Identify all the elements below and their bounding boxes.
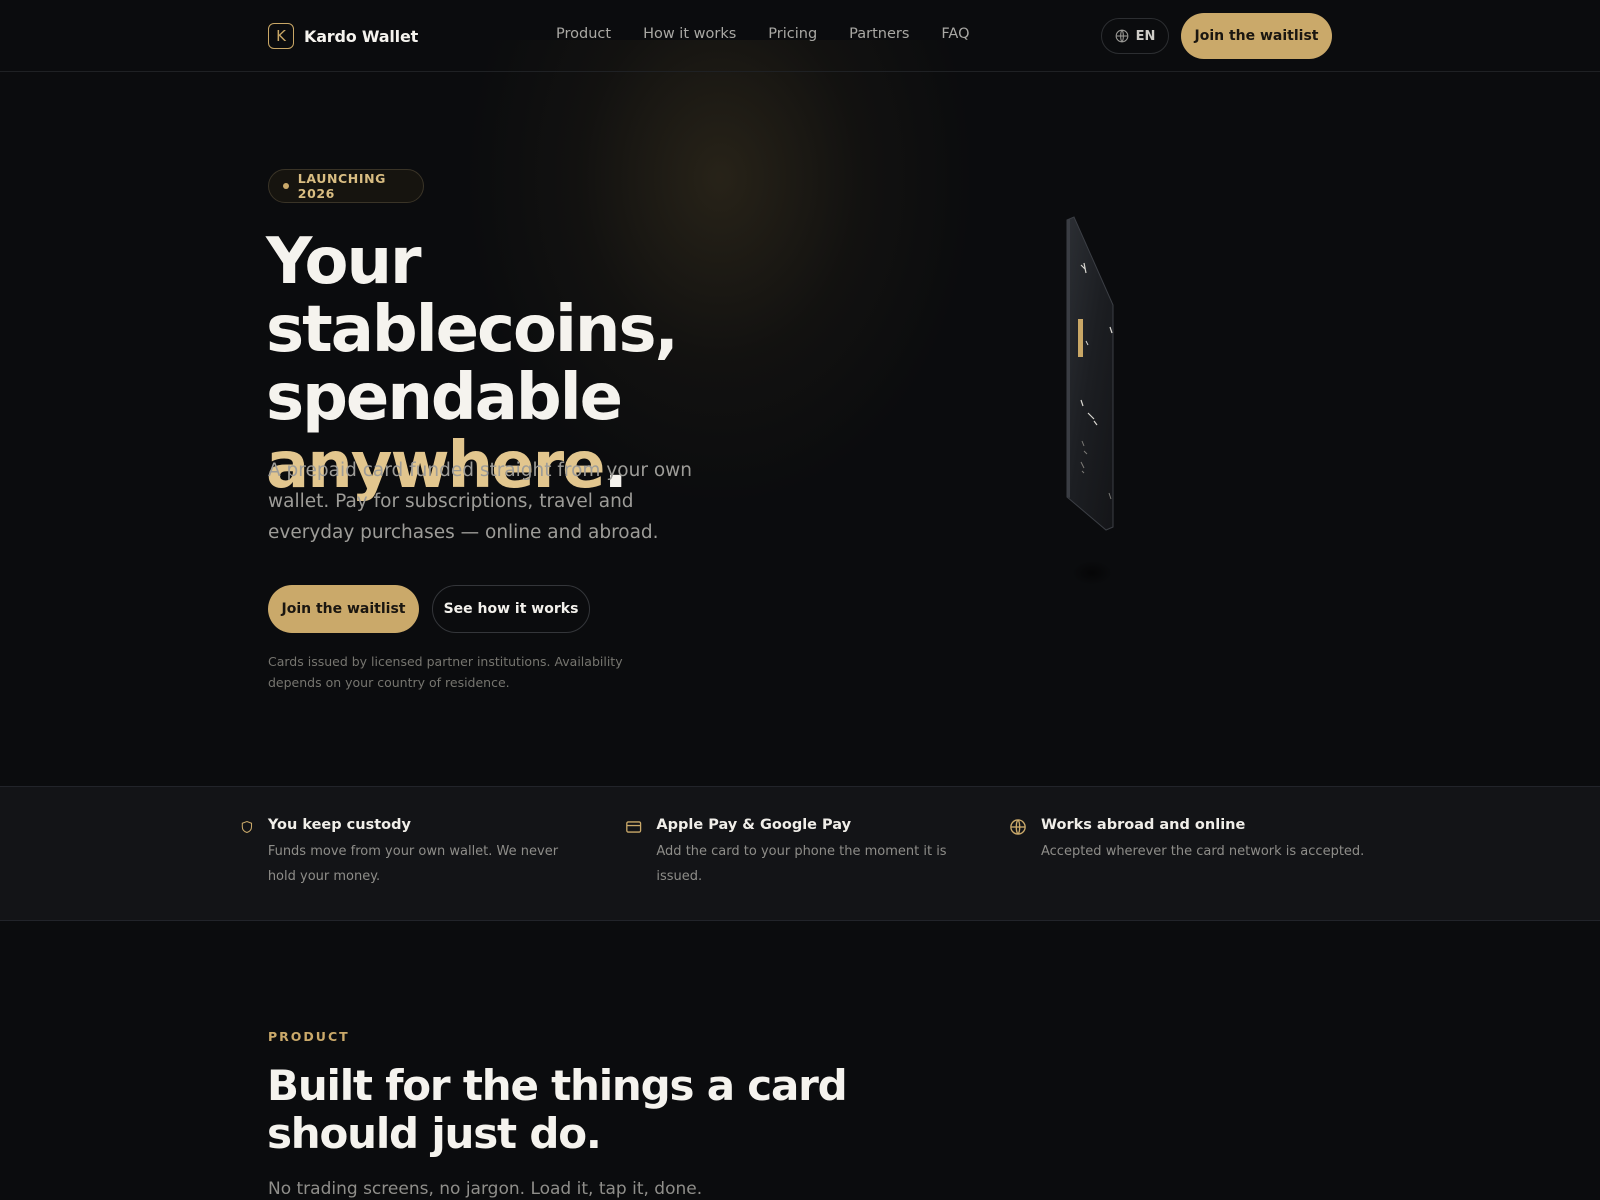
logo-mark-icon: K (268, 23, 294, 49)
globe-icon (1115, 29, 1128, 43)
section-eyebrow: PRODUCT (268, 1029, 350, 1044)
language-selector[interactable]: EN (1101, 18, 1169, 54)
badge-dot-icon (283, 183, 289, 189)
hero-join-waitlist-button[interactable]: Join the waitlist (268, 585, 419, 633)
feature-title: Apple Pay & Google Pay (656, 817, 852, 833)
card-illustration (1060, 215, 1120, 585)
brand-name: Kardo Wallet (304, 26, 419, 46)
hero-subtitle: A prepaid card funded straight from your… (268, 460, 692, 543)
card-icon (626, 821, 642, 833)
site-header: K Kardo Wallet Product How it works Pric… (0, 0, 1600, 72)
language-label: EN (1135, 28, 1156, 44)
badge-label: LAUNCHING 2026 (297, 171, 387, 201)
nav-item-how-it-works[interactable]: How it works (643, 26, 736, 42)
feature-text: Accepted wherever the card network is ac… (1041, 844, 1365, 859)
nav-item-product[interactable]: Product (556, 26, 611, 42)
features-band: You keep custody Funds move from your ow… (0, 786, 1600, 921)
issuer-disclaimer: Cards issued by licensed partner institu… (268, 654, 623, 690)
see-how-it-works-button[interactable]: See how it works (432, 585, 590, 633)
nav-item-faq[interactable]: FAQ (941, 26, 969, 42)
section-subtitle: No trading screens, no jargon. Load it, … (268, 1179, 703, 1199)
feature-text: Funds move from your own wallet. We neve… (267, 844, 559, 884)
feature-mobile-pay: Apple Pay & Google Pay Add the card to y… (625, 817, 985, 889)
feature-title: Works abroad and online (1041, 817, 1246, 833)
shield-icon (241, 820, 253, 834)
header-join-waitlist-button[interactable]: Join the waitlist (1181, 13, 1332, 59)
nav-item-pricing[interactable]: Pricing (768, 26, 817, 42)
globe-icon (1010, 819, 1026, 835)
main-nav: Product How it works Pricing Partners FA… (556, 26, 1002, 42)
feature-title: You keep custody (267, 817, 411, 833)
nav-item-partners[interactable]: Partners (849, 26, 909, 42)
section-title: Built for the things a card should just … (267, 1061, 848, 1158)
hero-title-line1: Your stablecoins, (266, 225, 679, 367)
brand-logo[interactable]: K Kardo Wallet (268, 23, 418, 49)
feature-text: Add the card to your phone the moment it… (656, 844, 947, 884)
feature-abroad: Works abroad and online Accepted whereve… (1009, 817, 1369, 864)
hero-title-line2: spendable (266, 361, 623, 435)
launch-badge: LAUNCHING 2026 (268, 169, 424, 203)
feature-custody: You keep custody Funds move from your ow… (240, 817, 580, 889)
